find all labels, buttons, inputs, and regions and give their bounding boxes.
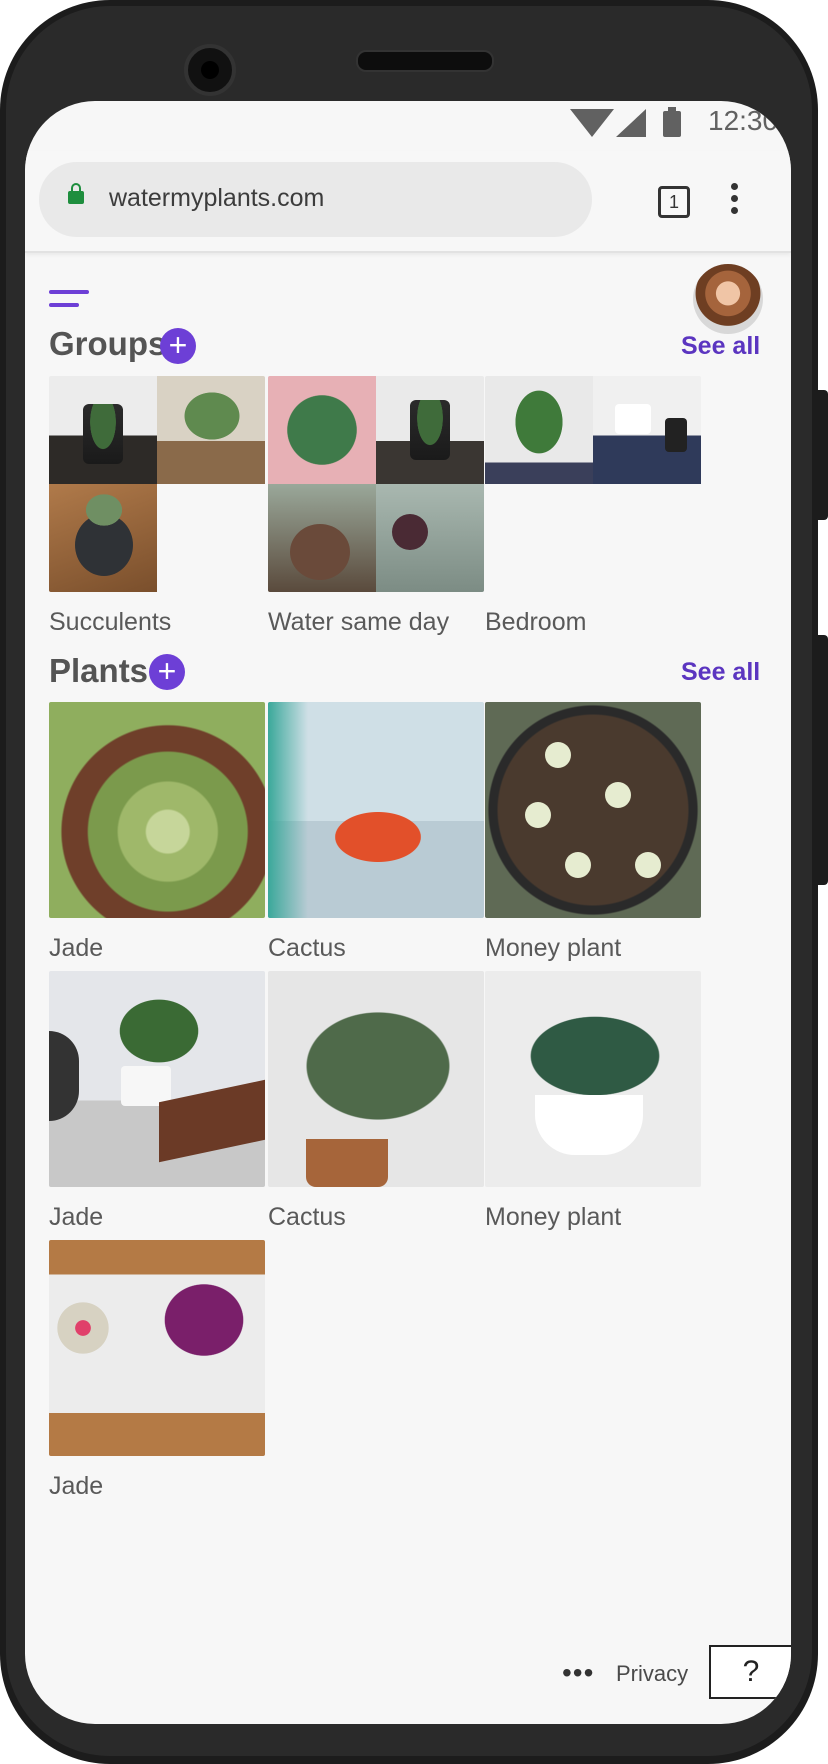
- plant-tile[interactable]: Cactus: [268, 971, 484, 1232]
- plants-see-all-link[interactable]: See all: [681, 658, 760, 687]
- plant-label: Cactus: [268, 1203, 346, 1231]
- tab-switcher-button[interactable]: 1: [658, 186, 690, 218]
- group-tile-bedroom[interactable]: Bedroom: [485, 376, 701, 637]
- status-time: 12:30: [708, 105, 779, 136]
- earpiece-speaker: [356, 50, 494, 72]
- plant-image: [268, 971, 484, 1187]
- plant-tile[interactable]: Jade: [49, 702, 265, 963]
- group-image: [485, 376, 701, 592]
- volume-button: [812, 635, 828, 885]
- plant-label: Money plant: [485, 934, 622, 962]
- wifi-icon: [570, 109, 614, 137]
- group-image: [49, 376, 265, 592]
- browser-toolbar: watermyplants.com 1: [25, 151, 791, 253]
- privacy-link[interactable]: Privacy: [616, 1661, 688, 1687]
- plant-image: [49, 1240, 265, 1456]
- dot-icon: [731, 207, 738, 214]
- dot-icon: [731, 195, 738, 202]
- group-label: Water same day: [268, 608, 450, 636]
- plant-image: [49, 971, 265, 1187]
- plants-title: Plants: [49, 652, 149, 689]
- dot-icon: [731, 183, 738, 190]
- plant-tile[interactable]: Money plant: [485, 702, 701, 963]
- more-options-icon[interactable]: •••: [562, 1657, 594, 1689]
- plant-tile[interactable]: Cactus: [268, 702, 484, 963]
- power-button: [812, 390, 828, 520]
- battery-icon: [663, 107, 681, 137]
- plant-image: [485, 702, 701, 918]
- group-tile-water-same-day[interactable]: Water same day: [268, 376, 484, 637]
- plant-label: Jade: [49, 934, 104, 962]
- menu-icon[interactable]: [49, 286, 89, 310]
- group-image: [268, 376, 484, 592]
- front-camera: [184, 44, 236, 96]
- plant-image: [49, 702, 265, 918]
- group-tile-succulents[interactable]: Succulents: [49, 376, 265, 637]
- add-group-button[interactable]: +: [160, 328, 196, 364]
- lock-icon: [68, 183, 84, 204]
- plant-image: [268, 702, 484, 918]
- cell-signal-icon: [616, 109, 646, 137]
- help-button[interactable]: ?: [709, 1645, 791, 1699]
- plant-tile[interactable]: Jade: [49, 971, 265, 1232]
- address-bar[interactable]: watermyplants.com: [39, 162, 592, 237]
- plant-tile[interactable]: Money plant: [485, 971, 701, 1232]
- avatar[interactable]: [693, 264, 763, 334]
- group-label: Succulents: [49, 608, 172, 636]
- plant-label: Cactus: [268, 934, 346, 962]
- plant-label: Money plant: [485, 1203, 622, 1231]
- plant-tile[interactable]: Jade: [49, 1240, 265, 1501]
- plant-label: Jade: [49, 1203, 104, 1231]
- plant-image: [485, 971, 701, 1187]
- browser-menu-button[interactable]: [731, 183, 739, 217]
- screen: 12:30 watermyplants.com 1 Groups + See a…: [25, 101, 791, 1724]
- groups-see-all-link[interactable]: See all: [681, 332, 760, 361]
- add-plant-button[interactable]: +: [149, 654, 185, 690]
- url-text: watermyplants.com: [109, 184, 325, 212]
- plant-label: Jade: [49, 1472, 104, 1500]
- groups-title: Groups: [49, 325, 167, 362]
- status-bar: 12:30: [25, 101, 791, 151]
- group-label: Bedroom: [485, 608, 587, 636]
